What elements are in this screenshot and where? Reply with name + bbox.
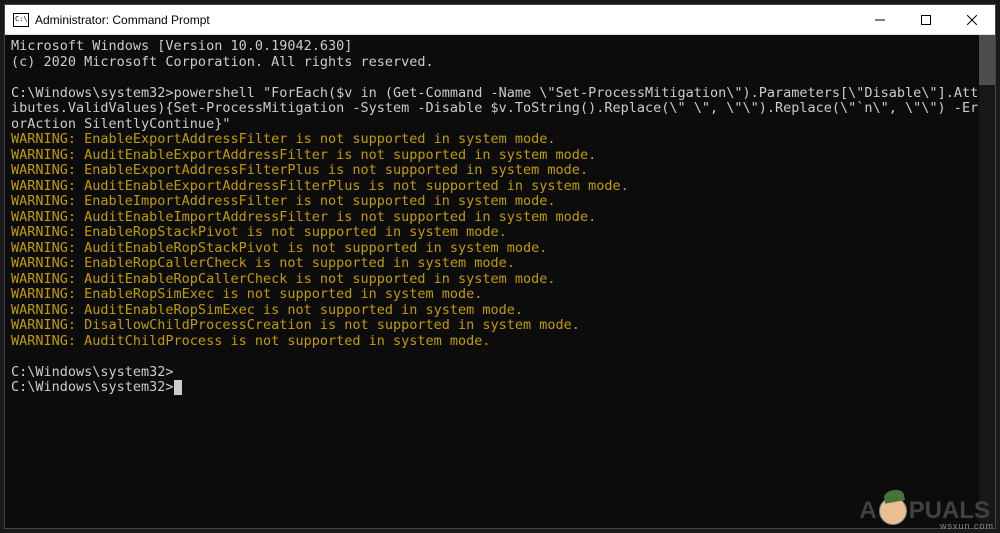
scroll-thumb[interactable] [979, 35, 995, 85]
minimize-button[interactable] [857, 5, 903, 34]
prompt-path: C:\Windows\system32> [11, 85, 174, 101]
watermark-avatar-icon [879, 497, 907, 525]
terminal-content[interactable]: Microsoft Windows [Version 10.0.19042.63… [5, 35, 995, 528]
cursor [174, 380, 182, 395]
version-line: Microsoft Windows [Version 10.0.19042.63… [11, 39, 989, 55]
warning-line: WARNING: EnableExportAddressFilterPlus i… [11, 163, 989, 179]
source-attribution: wsxun.com [940, 521, 994, 531]
warning-line: WARNING: AuditEnableExportAddressFilterP… [11, 179, 989, 195]
blank-line [11, 70, 989, 86]
warning-line: WARNING: EnableImportAddressFilter is no… [11, 194, 989, 210]
warning-line: WARNING: EnableRopSimExec is not support… [11, 287, 989, 303]
window-controls [857, 5, 995, 34]
warning-line: WARNING: EnableRopCallerCheck is not sup… [11, 256, 989, 272]
cmd-icon [13, 13, 29, 27]
prompt-line-cursor: C:\Windows\system32> [11, 380, 989, 396]
blank-line [11, 349, 989, 365]
titlebar-left: Administrator: Command Prompt [5, 13, 210, 27]
close-button[interactable] [949, 5, 995, 34]
titlebar[interactable]: Administrator: Command Prompt [5, 5, 995, 35]
scrollbar[interactable] [979, 35, 995, 528]
command-prompt-window: Administrator: Command Prompt Microsoft … [4, 4, 996, 529]
watermark-text-before: A [859, 497, 876, 525]
warning-line: WARNING: AuditChildProcess is not suppor… [11, 334, 989, 350]
warning-line: WARNING: AuditEnableRopCallerCheck is no… [11, 272, 989, 288]
maximize-button[interactable] [903, 5, 949, 34]
warning-line: WARNING: EnableRopStackPivot is not supp… [11, 225, 989, 241]
warning-line: WARNING: AuditEnableRopSimExec is not su… [11, 303, 989, 319]
window-title: Administrator: Command Prompt [35, 13, 210, 27]
warning-line: WARNING: AuditEnableExportAddressFilter … [11, 148, 989, 164]
warning-line: WARNING: EnableExportAddressFilter is no… [11, 132, 989, 148]
warning-line: WARNING: AuditEnableRopStackPivot is not… [11, 241, 989, 257]
prompt-line: C:\Windows\system32> [11, 365, 989, 381]
copyright-line: (c) 2020 Microsoft Corporation. All righ… [11, 55, 989, 71]
warning-line: WARNING: DisallowChildProcessCreation is… [11, 318, 989, 334]
warning-line: WARNING: AuditEnableImportAddressFilter … [11, 210, 989, 226]
command-line: C:\Windows\system32>powershell "ForEach(… [11, 86, 989, 133]
